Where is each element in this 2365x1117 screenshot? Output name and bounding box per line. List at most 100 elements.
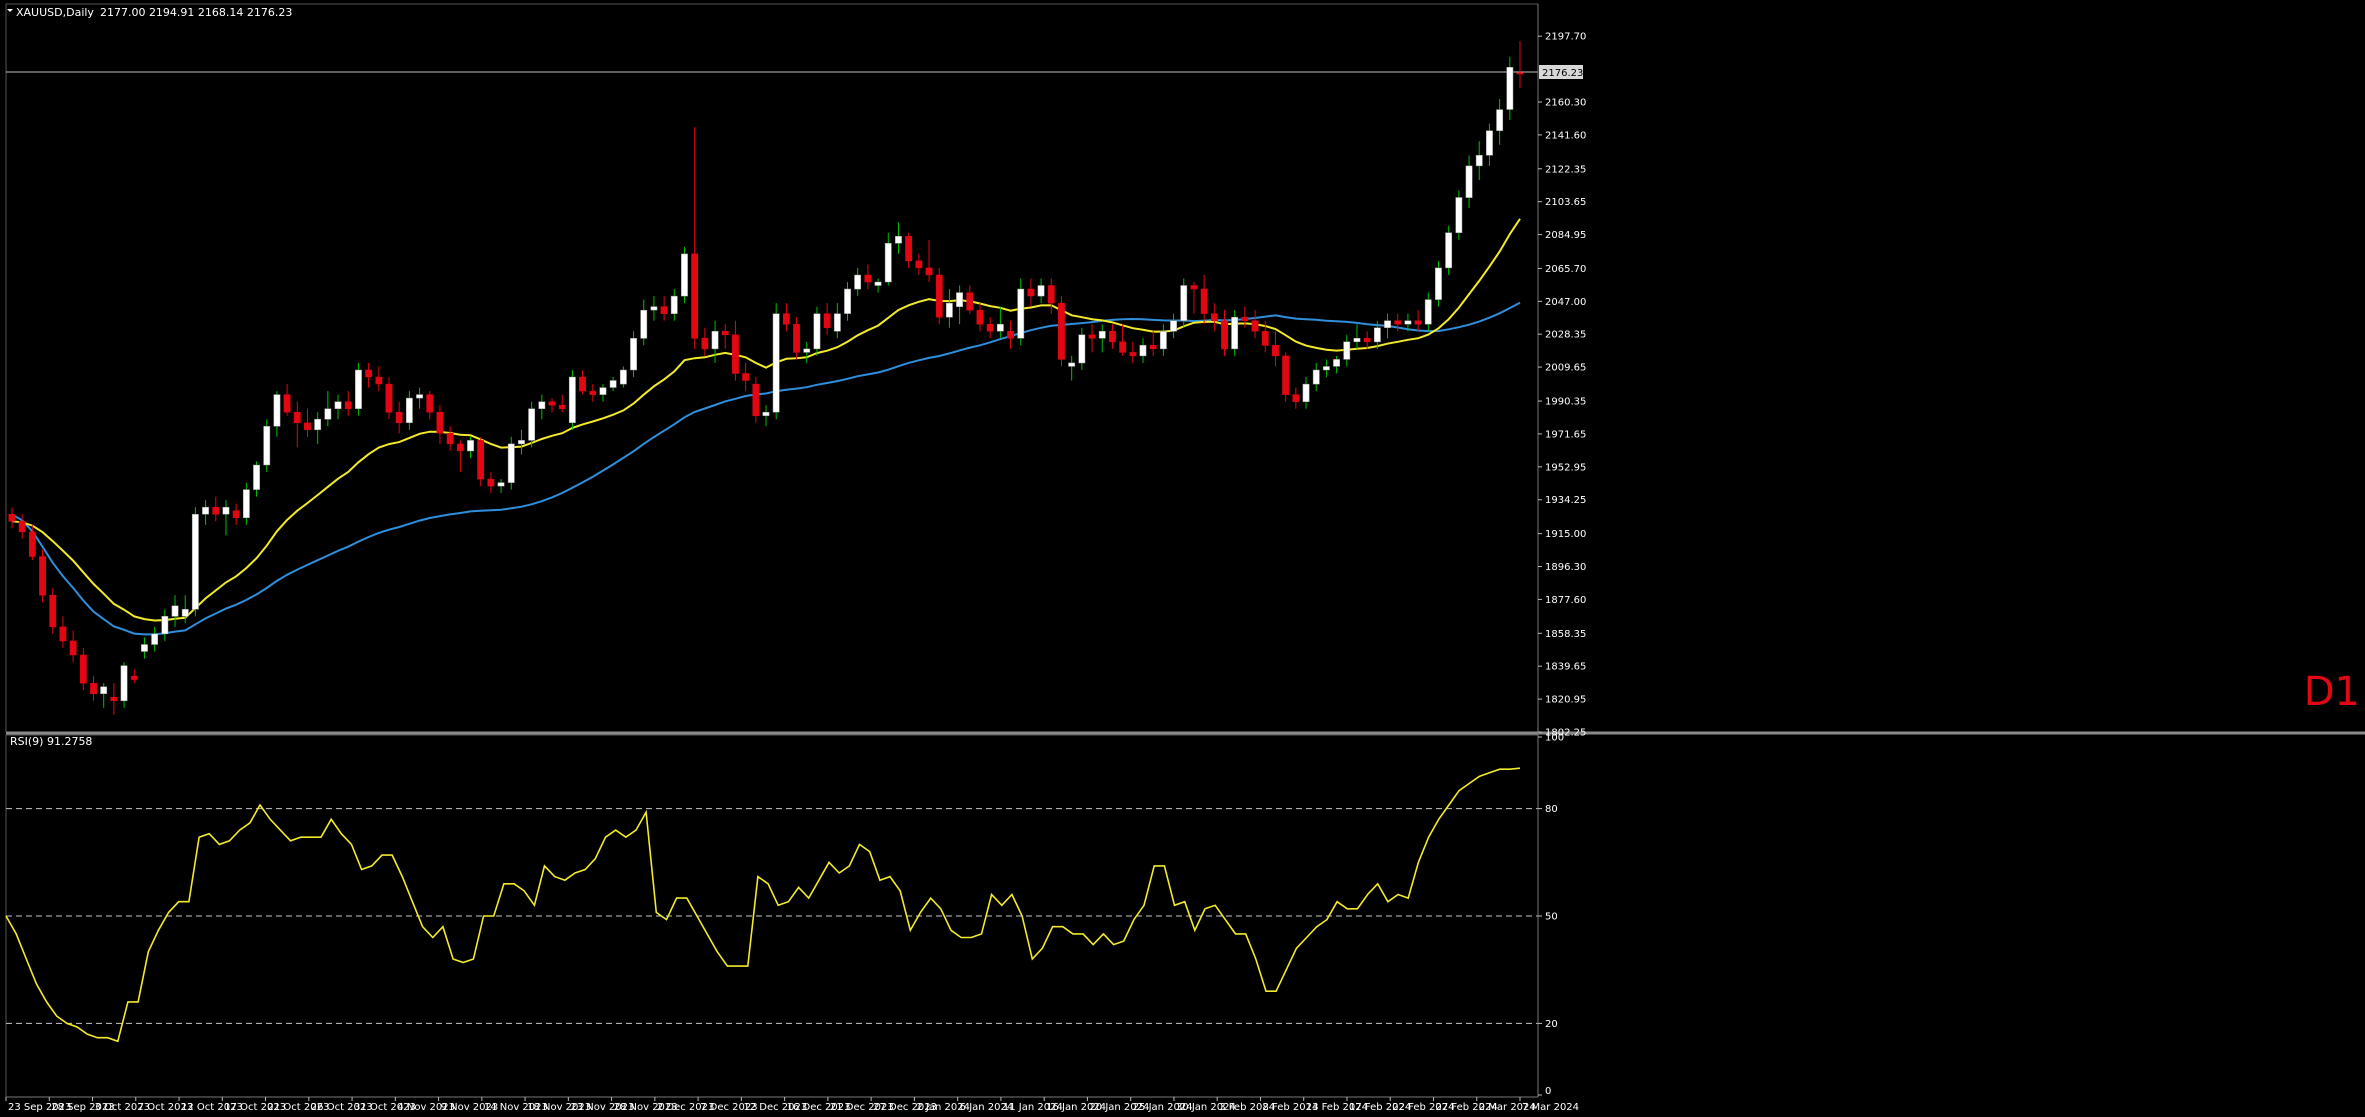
candle: [630, 331, 637, 378]
candle-body: [568, 376, 576, 423]
candle-body: [1373, 327, 1381, 343]
candle: [1445, 225, 1453, 275]
candle-body: [49, 594, 57, 628]
candle-body: [477, 440, 485, 480]
candle-body: [548, 401, 556, 406]
candle-body: [161, 616, 169, 635]
candle-body: [416, 394, 423, 399]
price-tick-label: 1934.25: [1545, 495, 1586, 506]
candle: [263, 419, 271, 473]
candle-body: [1343, 341, 1351, 360]
candle-body: [518, 440, 525, 445]
candle-body: [701, 338, 709, 350]
candle: [528, 401, 536, 448]
candle-body: [375, 376, 383, 385]
candle-body: [528, 408, 536, 441]
candle-body: [1210, 313, 1218, 321]
candle-body: [752, 383, 760, 417]
candle-body: [232, 510, 240, 518]
price-tick-label: 1971.65: [1545, 429, 1586, 440]
candle-body: [986, 323, 994, 332]
candle-body: [1027, 288, 1035, 297]
price-tick-label: 2047.00: [1545, 297, 1586, 308]
candle-body: [803, 348, 811, 353]
price-tick-label: 2141.60: [1545, 130, 1586, 141]
rsi-tick-label: 80: [1545, 804, 1558, 815]
candle-body: [589, 390, 597, 395]
candle-body: [1109, 331, 1116, 343]
candle-body: [1506, 67, 1514, 110]
candle: [49, 588, 57, 634]
price-tick-label: 1952.95: [1545, 462, 1586, 473]
candle-body: [18, 521, 26, 533]
candle-body: [782, 313, 790, 325]
candle-body: [355, 369, 362, 409]
symbol-header: XAUUSD,Daily 2177.00 2194.91 2168.14 2176…: [16, 6, 292, 19]
candle: [39, 549, 46, 603]
price-tick-label: 2197.70: [1545, 32, 1586, 43]
candle-body: [1231, 316, 1239, 350]
candle-body: [1261, 331, 1269, 346]
price-tick-label: 2122.35: [1545, 164, 1586, 175]
candle-body: [212, 506, 220, 515]
candle-body: [1302, 383, 1310, 402]
candle-body: [1424, 299, 1432, 325]
candle-body: [405, 397, 413, 423]
candle-body: [181, 609, 189, 617]
candle-body: [1037, 285, 1045, 297]
price-tick-label: 1820.95: [1545, 695, 1586, 706]
candle-body: [1394, 320, 1402, 325]
timeframe-badge: D1: [2304, 669, 2360, 715]
price-tick-label: 1858.35: [1545, 629, 1586, 640]
candle-body: [1455, 197, 1463, 233]
candle-body: [813, 313, 821, 350]
candle-body: [1496, 109, 1504, 131]
price-tick-label: 2028.35: [1545, 330, 1586, 341]
candle-body: [365, 369, 373, 378]
candle: [1455, 190, 1463, 240]
trading-chart[interactable]: XAUUSD,Daily 2177.00 2194.91 2168.14 2176…: [0, 0, 2365, 1117]
candle: [568, 369, 576, 430]
candle-body: [1384, 320, 1391, 328]
candle-body: [456, 443, 464, 452]
candle-body: [1159, 331, 1167, 350]
candle-body: [304, 422, 311, 431]
candle-body: [1078, 334, 1086, 364]
chart-background: [0, 0, 2365, 1117]
candle-body: [110, 696, 118, 701]
candle: [191, 507, 199, 617]
candle-body: [956, 292, 963, 307]
candle-body: [558, 404, 566, 409]
price-tick-label: 1915.00: [1545, 529, 1586, 540]
candle-body: [1353, 338, 1361, 343]
candle-body: [253, 464, 260, 490]
candle-body: [1058, 302, 1065, 360]
candle-body: [191, 514, 199, 610]
candle-body: [640, 309, 648, 339]
candle-body: [1149, 345, 1157, 350]
candle-body: [1098, 331, 1106, 339]
candle-body: [844, 288, 851, 314]
candle-body: [650, 306, 658, 311]
candle-body: [395, 411, 403, 424]
candle-body: [69, 640, 77, 656]
candle-body: [1129, 352, 1137, 357]
candle-body: [905, 236, 913, 262]
candle-body: [1475, 155, 1483, 167]
candle-body: [314, 418, 322, 431]
candle-body: [1312, 369, 1320, 385]
candle-body: [1272, 345, 1279, 357]
candle: [477, 436, 485, 487]
candle: [935, 267, 943, 325]
candle-body: [1007, 331, 1014, 339]
time-tick-label: 7 Mar 2024: [1522, 1102, 1579, 1113]
candle-body: [222, 506, 230, 515]
rsi-header: RSI(9) 91.2758: [10, 735, 92, 748]
candle-body: [772, 313, 780, 413]
candle-body: [1088, 334, 1096, 339]
candle-body: [446, 433, 454, 445]
candle-body: [1047, 285, 1055, 304]
candle-body: [28, 531, 36, 557]
candle-body: [1221, 320, 1228, 350]
candle-body: [1170, 320, 1177, 332]
